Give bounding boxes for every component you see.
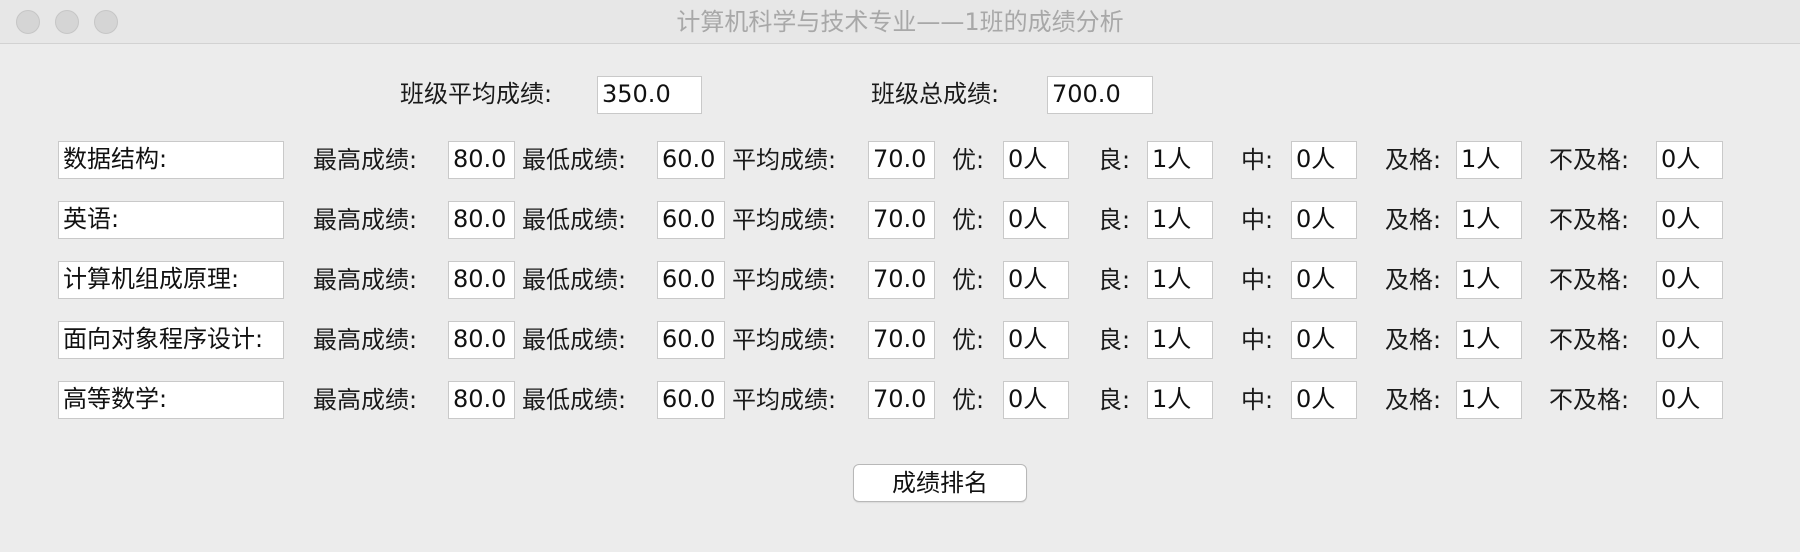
max-score-field[interactable]: 80.0 (448, 261, 515, 299)
good-label: 良: (1098, 266, 1131, 294)
avg-score-label: 平均成绩: (732, 386, 837, 414)
avg-score-label: 平均成绩: (732, 146, 837, 174)
excellent-label: 优: (952, 146, 985, 174)
pass-count-field[interactable]: 1人 (1456, 141, 1522, 179)
class-total-field[interactable]: 700.0 (1047, 76, 1153, 114)
class-average-label: 班级平均成绩: (400, 80, 553, 108)
max-score-field[interactable]: 80.0 (448, 321, 515, 359)
min-score-label: 最低成绩: (522, 146, 627, 174)
medium-label: 中: (1241, 146, 1274, 174)
min-score-label: 最低成绩: (522, 326, 627, 354)
medium-label: 中: (1241, 206, 1274, 234)
min-score-label: 最低成绩: (522, 266, 627, 294)
grade-analysis-window: 计算机科学与技术专业——1班的成绩分析 班级平均成绩: 350.0 班级总成绩:… (0, 0, 1800, 552)
subject-row: 英语: 最高成绩: 80.0 最低成绩: 60.0 平均成绩: 70.0 优: … (0, 201, 1800, 239)
fail-label: 不及格: (1549, 146, 1630, 174)
good-count-field[interactable]: 1人 (1147, 261, 1213, 299)
good-count-field[interactable]: 1人 (1147, 381, 1213, 419)
pass-count-field[interactable]: 1人 (1456, 321, 1522, 359)
medium-count-field[interactable]: 0人 (1291, 261, 1357, 299)
subject-row: 面向对象程序设计: 最高成绩: 80.0 最低成绩: 60.0 平均成绩: 70… (0, 321, 1800, 359)
good-count-field[interactable]: 1人 (1147, 141, 1213, 179)
excellent-count-field[interactable]: 0人 (1003, 381, 1069, 419)
min-score-label: 最低成绩: (522, 386, 627, 414)
max-score-field[interactable]: 80.0 (448, 201, 515, 239)
max-score-field[interactable]: 80.0 (448, 381, 515, 419)
excellent-label: 优: (952, 266, 985, 294)
min-score-field[interactable]: 60.0 (657, 261, 725, 299)
medium-count-field[interactable]: 0人 (1291, 321, 1357, 359)
pass-count-field[interactable]: 1人 (1456, 201, 1522, 239)
max-score-label: 最高成绩: (313, 326, 418, 354)
excellent-count-field[interactable]: 0人 (1003, 141, 1069, 179)
excellent-label: 优: (952, 206, 985, 234)
pass-count-field[interactable]: 1人 (1456, 261, 1522, 299)
score-ranking-button[interactable]: 成绩排名 (853, 464, 1027, 502)
subject-row: 计算机组成原理: 最高成绩: 80.0 最低成绩: 60.0 平均成绩: 70.… (0, 261, 1800, 299)
good-count-field[interactable]: 1人 (1147, 201, 1213, 239)
medium-count-field[interactable]: 0人 (1291, 201, 1357, 239)
fail-label: 不及格: (1549, 386, 1630, 414)
subject-row: 高等数学: 最高成绩: 80.0 最低成绩: 60.0 平均成绩: 70.0 优… (0, 381, 1800, 419)
avg-score-label: 平均成绩: (732, 266, 837, 294)
window-title: 计算机科学与技术专业——1班的成绩分析 (676, 8, 1124, 36)
max-score-label: 最高成绩: (313, 386, 418, 414)
pass-label: 及格: (1385, 206, 1442, 234)
title-bar: 计算机科学与技术专业——1班的成绩分析 (0, 0, 1800, 44)
fail-count-field[interactable]: 0人 (1656, 141, 1723, 179)
class-average-field[interactable]: 350.0 (597, 76, 702, 114)
fail-count-field[interactable]: 0人 (1656, 321, 1723, 359)
min-score-field[interactable]: 60.0 (657, 141, 725, 179)
good-count-field[interactable]: 1人 (1147, 321, 1213, 359)
pass-label: 及格: (1385, 386, 1442, 414)
avg-score-label: 平均成绩: (732, 206, 837, 234)
fail-count-field[interactable]: 0人 (1656, 261, 1723, 299)
subject-name-field[interactable]: 计算机组成原理: (58, 261, 284, 299)
max-score-label: 最高成绩: (313, 266, 418, 294)
good-label: 良: (1098, 326, 1131, 354)
fail-label: 不及格: (1549, 266, 1630, 294)
good-label: 良: (1098, 146, 1131, 174)
excellent-label: 优: (952, 386, 985, 414)
avg-score-field[interactable]: 70.0 (868, 321, 935, 359)
excellent-count-field[interactable]: 0人 (1003, 201, 1069, 239)
fail-count-field[interactable]: 0人 (1656, 381, 1723, 419)
fail-count-field[interactable]: 0人 (1656, 201, 1723, 239)
avg-score-field[interactable]: 70.0 (868, 261, 935, 299)
medium-label: 中: (1241, 266, 1274, 294)
avg-score-field[interactable]: 70.0 (868, 381, 935, 419)
class-total-label: 班级总成绩: (871, 80, 1000, 108)
subject-name-field[interactable]: 面向对象程序设计: (58, 321, 284, 359)
min-score-label: 最低成绩: (522, 206, 627, 234)
subject-name-field[interactable]: 高等数学: (58, 381, 284, 419)
pass-label: 及格: (1385, 326, 1442, 354)
subject-name-field[interactable]: 数据结构: (58, 141, 284, 179)
medium-label: 中: (1241, 326, 1274, 354)
medium-label: 中: (1241, 386, 1274, 414)
min-score-field[interactable]: 60.0 (657, 381, 725, 419)
excellent-count-field[interactable]: 0人 (1003, 321, 1069, 359)
min-score-field[interactable]: 60.0 (657, 321, 725, 359)
avg-score-label: 平均成绩: (732, 326, 837, 354)
max-score-label: 最高成绩: (313, 146, 418, 174)
subject-row: 数据结构: 最高成绩: 80.0 最低成绩: 60.0 平均成绩: 70.0 优… (0, 141, 1800, 179)
medium-count-field[interactable]: 0人 (1291, 141, 1357, 179)
pass-label: 及格: (1385, 146, 1442, 174)
excellent-count-field[interactable]: 0人 (1003, 261, 1069, 299)
fail-label: 不及格: (1549, 326, 1630, 354)
medium-count-field[interactable]: 0人 (1291, 381, 1357, 419)
avg-score-field[interactable]: 70.0 (868, 201, 935, 239)
max-score-field[interactable]: 80.0 (448, 141, 515, 179)
pass-count-field[interactable]: 1人 (1456, 381, 1522, 419)
avg-score-field[interactable]: 70.0 (868, 141, 935, 179)
max-score-label: 最高成绩: (313, 206, 418, 234)
pass-label: 及格: (1385, 266, 1442, 294)
good-label: 良: (1098, 206, 1131, 234)
fail-label: 不及格: (1549, 206, 1630, 234)
min-score-field[interactable]: 60.0 (657, 201, 725, 239)
excellent-label: 优: (952, 326, 985, 354)
subject-name-field[interactable]: 英语: (58, 201, 284, 239)
good-label: 良: (1098, 386, 1131, 414)
